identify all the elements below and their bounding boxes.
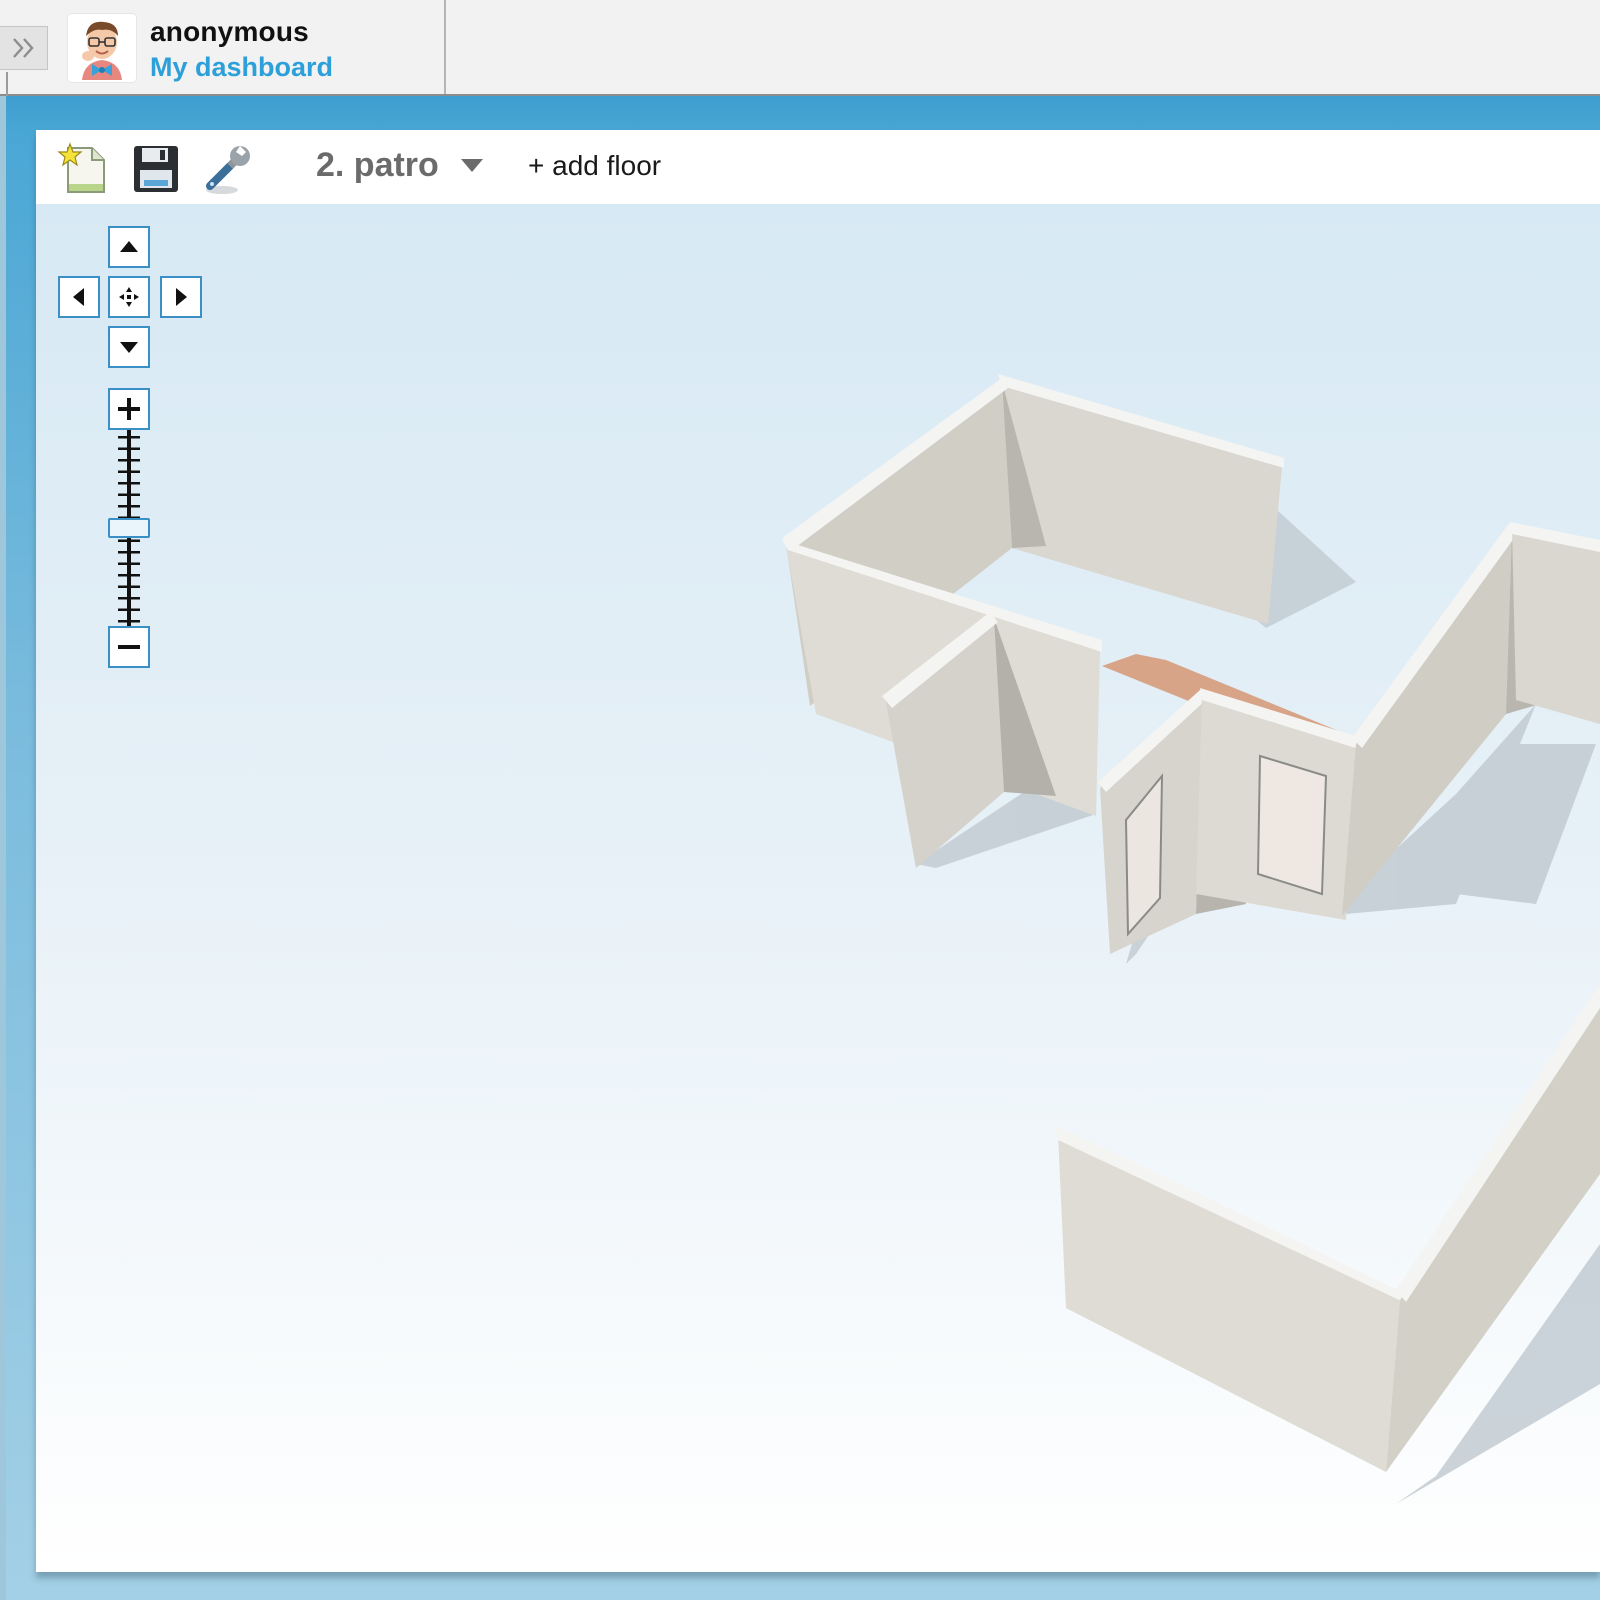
floorplan-editor: 2. patro + add floor bbox=[36, 130, 1600, 1572]
zoom-tick bbox=[118, 482, 140, 485]
pan-right-button[interactable] bbox=[160, 276, 202, 318]
zoom-tick bbox=[118, 562, 140, 565]
double-chevron-right-icon bbox=[12, 38, 34, 58]
floor-selected-label: 2. patro bbox=[316, 145, 439, 184]
pan-up-button[interactable] bbox=[108, 226, 150, 268]
user-avatar-icon bbox=[82, 21, 122, 80]
zoom-tick bbox=[118, 551, 140, 554]
zoom-tick bbox=[118, 470, 140, 473]
caret-down-icon bbox=[460, 158, 483, 172]
wrench-icon bbox=[206, 146, 250, 194]
zoom-tick bbox=[118, 539, 140, 542]
expand-sidebar-button[interactable] bbox=[0, 26, 48, 70]
avatar[interactable] bbox=[68, 14, 136, 82]
zoom-tick bbox=[118, 608, 140, 611]
zoom-tick bbox=[118, 505, 140, 508]
plus-icon bbox=[118, 398, 140, 420]
left-divider bbox=[6, 72, 8, 96]
arrow-up-icon bbox=[120, 241, 138, 252]
zoom-tick bbox=[118, 620, 140, 623]
3d-walls-scene bbox=[782, 374, 1600, 1504]
new-document-icon bbox=[57, 142, 105, 193]
new-plan-button[interactable] bbox=[56, 140, 112, 196]
arrow-left-icon bbox=[73, 288, 84, 306]
center-view-icon bbox=[119, 287, 139, 307]
arrow-down-icon bbox=[120, 342, 138, 353]
top-user-bar: anonymous My dashboard bbox=[0, 0, 1600, 96]
zoom-slider-handle[interactable] bbox=[108, 518, 150, 538]
zoom-tick bbox=[118, 574, 140, 577]
floor-selector[interactable]: 2. patro bbox=[316, 144, 483, 186]
my-dashboard-link[interactable]: My dashboard bbox=[150, 52, 333, 83]
pan-left-button[interactable] bbox=[58, 276, 100, 318]
arrow-right-icon bbox=[176, 288, 187, 306]
save-floppy-icon bbox=[134, 146, 178, 192]
zoom-tick bbox=[118, 585, 140, 588]
minus-icon bbox=[118, 645, 140, 649]
user-panel-divider bbox=[444, 0, 446, 94]
add-floor-button[interactable]: + add floor bbox=[528, 150, 661, 182]
pan-down-button[interactable] bbox=[108, 326, 150, 368]
save-button[interactable] bbox=[128, 140, 184, 196]
zoom-tick bbox=[118, 447, 140, 450]
zoom-out-button[interactable] bbox=[108, 626, 150, 668]
door-right bbox=[1256, 754, 1328, 896]
editor-toolbar: 2. patro + add floor bbox=[36, 130, 1600, 204]
username: anonymous bbox=[150, 16, 309, 47]
zoom-tick bbox=[118, 493, 140, 496]
zoom-tick bbox=[118, 597, 140, 600]
3d-view-canvas[interactable] bbox=[36, 204, 1600, 1572]
center-view-button[interactable] bbox=[108, 276, 150, 318]
zoom-tick bbox=[118, 436, 140, 439]
settings-button[interactable] bbox=[200, 140, 256, 196]
zoom-in-button[interactable] bbox=[108, 388, 150, 430]
zoom-tick bbox=[118, 459, 140, 462]
